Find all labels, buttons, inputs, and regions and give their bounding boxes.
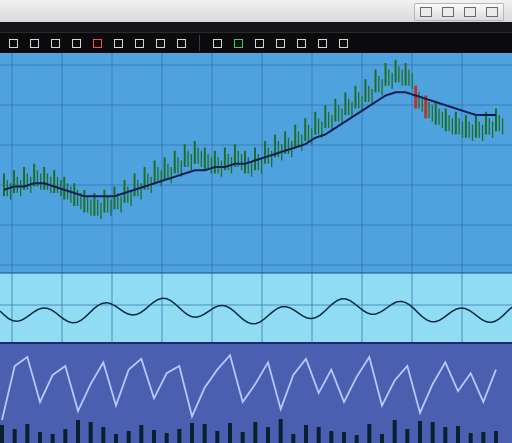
title-bar (0, 0, 512, 22)
volume-bar (240, 432, 245, 443)
chart-up-icon[interactable] (234, 38, 243, 48)
settings-icon[interactable] (442, 7, 454, 17)
minimize-icon[interactable] (420, 7, 432, 17)
volume-bar (481, 432, 486, 443)
volume-bar (278, 419, 283, 443)
cross-icon[interactable] (30, 38, 39, 48)
volume-bar (494, 431, 498, 443)
chart-area[interactable] (0, 53, 512, 443)
volume-bar (0, 425, 4, 443)
settings-icon[interactable] (297, 38, 306, 48)
chart-icon[interactable] (93, 38, 102, 48)
toolbar-separator (199, 35, 200, 51)
chart-svg (0, 53, 512, 443)
volume-bar (190, 423, 194, 443)
volume-bar (316, 427, 321, 443)
volume-bar (380, 434, 384, 443)
volume-bar (228, 423, 232, 443)
volume-bar (291, 434, 296, 443)
down-arrow-icon[interactable] (156, 38, 165, 48)
volume-bar (418, 421, 422, 443)
volume-bar (266, 427, 270, 443)
window-controls (414, 3, 504, 21)
volume-bar (304, 425, 308, 443)
volume-bar (367, 424, 372, 443)
folder-icon[interactable] (213, 38, 222, 48)
volume-bar (63, 429, 68, 443)
volume-bar (164, 433, 169, 443)
band-panel-bg (0, 273, 512, 343)
volume-bar (392, 420, 397, 443)
drag-icon[interactable] (177, 38, 186, 48)
volume-bar (12, 429, 17, 443)
volume-bar (443, 427, 448, 443)
wave-icon[interactable] (51, 38, 60, 48)
grid-icon[interactable] (72, 38, 81, 48)
volume-bar (25, 424, 30, 443)
volume-bar (139, 425, 144, 443)
volume-bar (88, 422, 93, 443)
volume-bar (329, 431, 334, 443)
volume-bar (152, 430, 156, 443)
pin-icon[interactable] (114, 38, 123, 48)
close-icon[interactable] (486, 7, 498, 17)
lock-icon[interactable] (9, 38, 18, 48)
volume-bar (456, 426, 460, 443)
trading-app-window (0, 0, 512, 443)
toolbar-right-group (204, 33, 357, 53)
grid-icon[interactable] (318, 38, 327, 48)
volume-bar (354, 435, 359, 443)
volume-bar (177, 429, 182, 443)
volume-bar (101, 427, 106, 443)
toolbar-left-group (0, 33, 195, 53)
volume-bar (468, 433, 473, 443)
volume-bar (76, 420, 80, 443)
volume-bar (114, 434, 118, 443)
window-icon[interactable] (339, 38, 348, 48)
volume-bar (253, 422, 258, 443)
volume-bar (430, 422, 435, 443)
chart-toolbar (0, 32, 512, 54)
volume-bar (50, 434, 55, 443)
zoom-icon[interactable] (276, 38, 285, 48)
volume-bar (215, 431, 220, 443)
volume-bar (126, 431, 131, 443)
volume-bar (405, 429, 410, 443)
chart-down-icon[interactable] (255, 38, 264, 48)
volume-bar (38, 432, 42, 443)
maximize-icon[interactable] (464, 7, 476, 17)
up-arrow-icon[interactable] (135, 38, 144, 48)
volume-bar (342, 432, 346, 443)
volume-bar (202, 424, 207, 443)
